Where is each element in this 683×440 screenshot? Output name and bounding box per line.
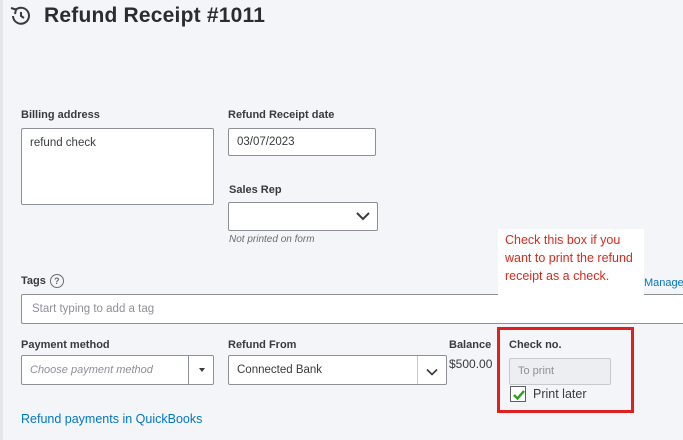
sales-rep-label: Sales Rep [229, 184, 282, 196]
billing-address-label: Billing address [21, 109, 100, 121]
print-check-tooltip: Check this box if you want to print the … [498, 229, 644, 307]
receipt-date-input[interactable]: 03/07/2023 [228, 128, 376, 156]
print-later-option[interactable]: Print later [510, 386, 587, 402]
check-no-label: Check no. [509, 339, 562, 351]
tags-label: Tags [21, 275, 46, 287]
history-icon[interactable] [8, 4, 34, 28]
refund-from-select[interactable]: Connected Bank [228, 355, 447, 385]
payment-method-label: Payment method [21, 339, 110, 351]
balance-label: Balance [449, 339, 492, 351]
dropdown-divider [417, 356, 418, 384]
page-edge [0, 0, 3, 440]
page-header: Refund Receipt #1011 [8, 4, 265, 28]
chevron-down-icon[interactable] [426, 367, 438, 376]
print-later-label: Print later [533, 387, 587, 401]
refund-payments-help-link[interactable]: Refund payments in QuickBooks [21, 412, 202, 426]
refund-from-label: Refund From [228, 339, 297, 351]
payment-method-select[interactable]: Choose payment method [21, 355, 214, 385]
dropdown-divider [188, 356, 189, 384]
manage-tags-link[interactable]: Manage ta [644, 277, 683, 289]
caret-down-icon[interactable] [199, 368, 205, 372]
refund-from-value: Connected Bank [237, 364, 323, 376]
page-title: Refund Receipt #1011 [44, 4, 266, 27]
receipt-date-label: Refund Receipt date [228, 109, 335, 121]
checkmark-icon [513, 390, 525, 401]
sales-rep-select[interactable] [228, 202, 378, 231]
help-icon[interactable]: ? [49, 274, 64, 288]
payment-method-placeholder: Choose payment method [30, 364, 153, 376]
chevron-down-icon [356, 211, 370, 221]
sales-rep-note: Not printed on form [229, 234, 315, 245]
print-later-checkbox[interactable] [510, 386, 526, 402]
check-no-input[interactable]: To print [509, 358, 611, 385]
billing-address-field[interactable]: refund check [21, 128, 214, 205]
tags-label-row: Tags ? [21, 274, 64, 288]
balance-value: $500.00 [449, 357, 493, 371]
